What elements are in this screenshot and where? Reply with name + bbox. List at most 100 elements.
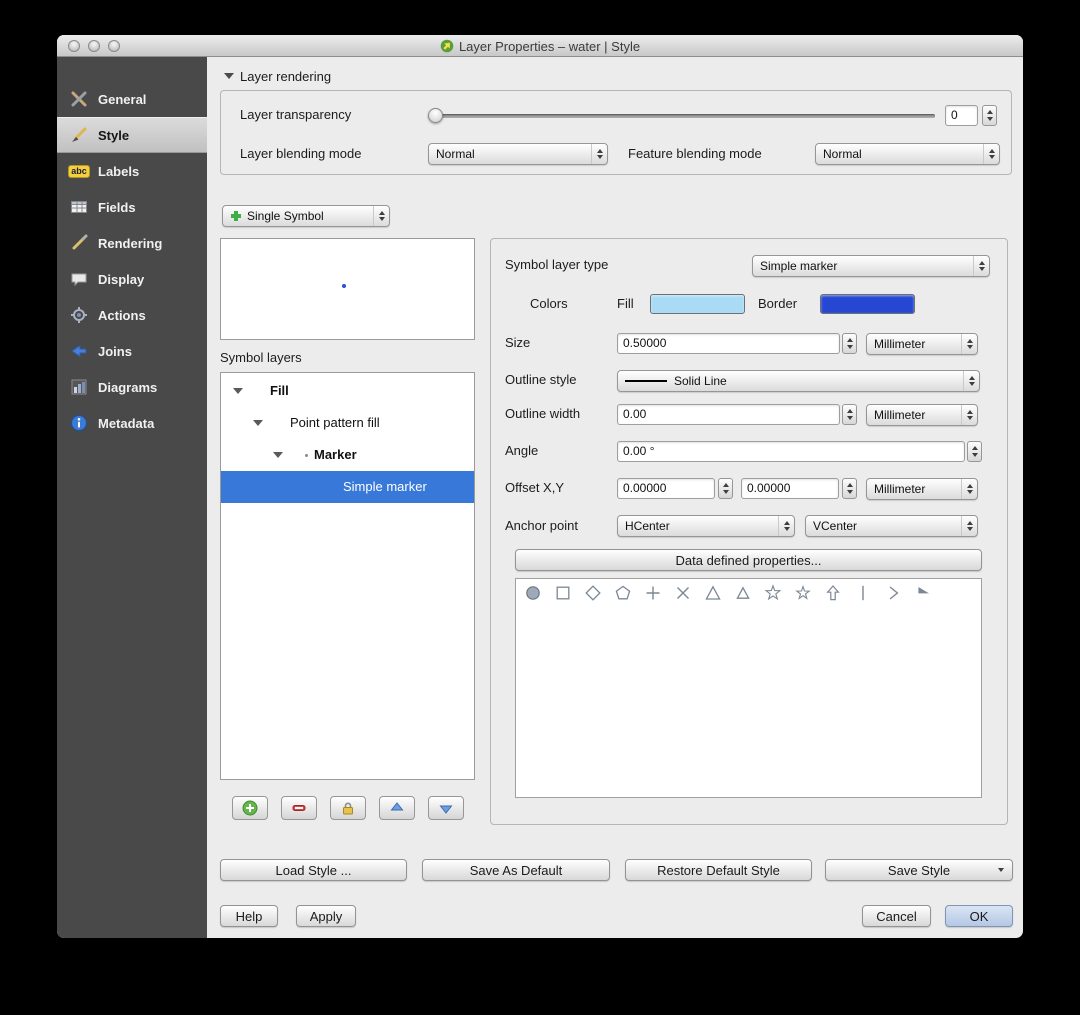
info-icon (69, 413, 89, 433)
symbol-layer-type-select[interactable]: Simple marker (752, 255, 990, 277)
marker-shape-diamond-icon[interactable] (584, 584, 602, 602)
sidebar-item-label: Labels (98, 163, 140, 179)
save-style-dropdown-arrow-icon (998, 868, 1004, 872)
window-title: Layer Properties – water | Style (57, 35, 1023, 57)
dropdown-arrows-icon (973, 256, 989, 276)
sidebar-item-rendering[interactable]: Rendering (57, 225, 207, 261)
data-defined-properties-button[interactable]: Data defined properties... (515, 549, 982, 571)
marker-shape-chevron-icon[interactable] (884, 584, 902, 602)
apply-button[interactable]: Apply (296, 905, 356, 927)
symbol-preview (220, 238, 475, 340)
angle-input[interactable]: 0.00 ° (617, 441, 965, 462)
sidebar-item-joins[interactable]: Joins (57, 333, 207, 369)
expand-triangle-icon[interactable] (273, 452, 283, 458)
paintbrush-icon (69, 125, 89, 145)
save-style-button[interactable]: Save Style (825, 859, 1013, 881)
marker-shape-pentagon-icon[interactable] (614, 584, 632, 602)
outline-width-unit-select[interactable]: Millimeter (866, 404, 978, 426)
add-symbol-layer-button[interactable] (232, 796, 268, 820)
speech-bubble-icon (69, 269, 89, 289)
symbol-layer-type-label: Symbol layer type (505, 257, 609, 272)
symbol-layers-label: Symbol layers (220, 350, 302, 365)
minus-icon (292, 805, 306, 811)
gear-icon (69, 305, 89, 325)
marker-shape-triangle-icon[interactable] (704, 584, 722, 602)
sidebar-item-label: General (98, 91, 147, 107)
sidebar-item-display[interactable]: Display (57, 261, 207, 297)
offset-x-stepper[interactable] (718, 478, 733, 499)
tree-item-fill[interactable]: Fill (221, 375, 474, 407)
marker-shape-cross-icon[interactable] (644, 584, 662, 602)
size-unit-select[interactable]: Millimeter (866, 333, 978, 355)
sidebar-item-diagrams[interactable]: Diagrams (57, 369, 207, 405)
fill-color-swatch[interactable] (650, 294, 745, 314)
tree-item-point-pattern-fill[interactable]: Point pattern fill (221, 407, 474, 439)
offset-y-input[interactable]: 0.00000 (741, 478, 839, 499)
marker-shape-square-icon[interactable] (554, 584, 572, 602)
layer-properties-window: Layer Properties – water | Style General… (57, 35, 1023, 938)
sidebar-item-label: Fields (98, 199, 136, 215)
sidebar-item-style[interactable]: Style (57, 117, 207, 153)
offset-x-input[interactable]: 0.00000 (617, 478, 715, 499)
anchor-horizontal-select[interactable]: HCenter (617, 515, 795, 537)
symbol-layers-tree: Fill Point pattern fill Marker Simple ma… (220, 372, 475, 780)
outline-width-label: Outline width (505, 406, 581, 421)
size-input[interactable]: 0.50000 (617, 333, 840, 354)
marker-shape-circle-icon[interactable] (524, 584, 542, 602)
titlebar[interactable]: Layer Properties – water | Style (57, 35, 1023, 57)
marker-shape-line-icon[interactable] (854, 584, 872, 602)
marker-shape-arrow-icon[interactable] (824, 584, 842, 602)
layer-rendering-title: Layer rendering (240, 69, 332, 84)
sidebar-item-label: Joins (98, 343, 132, 359)
size-unit-value: Millimeter (874, 337, 926, 351)
save-as-default-button[interactable]: Save As Default (422, 859, 610, 881)
marker-shape-palette (515, 578, 982, 798)
load-style-button[interactable]: Load Style ... (220, 859, 407, 881)
renderer-type-select[interactable]: Single Symbol (222, 205, 390, 227)
move-layer-down-button[interactable] (428, 796, 464, 820)
help-button[interactable]: Help (220, 905, 278, 927)
sidebar-item-fields[interactable]: Fields (57, 189, 207, 225)
size-stepper[interactable] (842, 333, 857, 354)
marker-shape-cross2-icon[interactable] (674, 584, 692, 602)
restore-default-style-button[interactable]: Restore Default Style (625, 859, 812, 881)
lock-color-button[interactable] (330, 796, 366, 820)
tree-item-marker[interactable]: Marker (221, 439, 474, 471)
dropdown-arrows-icon (961, 334, 977, 354)
remove-symbol-layer-button[interactable] (281, 796, 317, 820)
sidebar-item-actions[interactable]: Actions (57, 297, 207, 333)
lock-icon (343, 802, 353, 815)
ok-button[interactable]: OK (945, 905, 1013, 927)
layer-transparency-value-input[interactable]: 0 (945, 105, 978, 126)
expand-triangle-icon[interactable] (253, 420, 263, 426)
marker-shape-equilateral-triangle-icon[interactable] (734, 584, 752, 602)
dropdown-arrows-icon (961, 516, 977, 536)
marker-shape-regular-star-icon[interactable] (794, 584, 812, 602)
sidebar-item-metadata[interactable]: Metadata (57, 405, 207, 441)
outline-style-select[interactable]: Solid Line (617, 370, 980, 392)
anchor-vertical-select[interactable]: VCenter (805, 515, 978, 537)
move-layer-up-button[interactable] (379, 796, 415, 820)
angle-stepper[interactable] (967, 441, 982, 462)
sidebar-item-general[interactable]: General (57, 81, 207, 117)
sidebar-item-labels[interactable]: abc Labels (57, 153, 207, 189)
border-color-swatch[interactable] (820, 294, 915, 314)
outline-width-input[interactable]: 0.00 (617, 404, 840, 425)
layer-blending-mode-select[interactable]: Normal (428, 143, 608, 165)
marker-shape-half-arrowhead-icon[interactable] (914, 584, 932, 602)
tree-item-simple-marker[interactable]: Simple marker (221, 471, 474, 503)
qgis-app-icon (440, 39, 454, 53)
expand-triangle-icon[interactable] (233, 388, 243, 394)
layer-rendering-collapse-icon[interactable] (224, 73, 234, 79)
layer-transparency-slider[interactable] (428, 114, 935, 118)
offset-y-stepper[interactable] (842, 478, 857, 499)
table-icon (69, 197, 89, 217)
offset-unit-select[interactable]: Millimeter (866, 478, 978, 500)
cancel-button[interactable]: Cancel (862, 905, 931, 927)
feature-blending-mode-value: Normal (823, 147, 862, 161)
outline-width-stepper[interactable] (842, 404, 857, 425)
layer-transparency-stepper[interactable] (982, 105, 997, 126)
feature-blending-mode-select[interactable]: Normal (815, 143, 1000, 165)
marker-shape-star-icon[interactable] (764, 584, 782, 602)
layer-transparency-slider-knob[interactable] (428, 108, 443, 123)
